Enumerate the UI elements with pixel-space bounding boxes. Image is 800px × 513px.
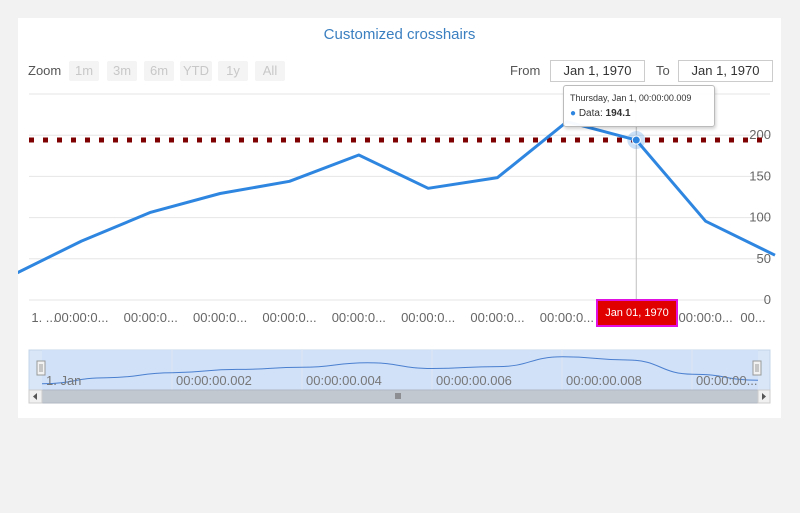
x-tick-label: 00:00:0... [193,310,247,325]
y-tick-label: 100 [749,210,771,225]
scroll-left-arrow-icon[interactable] [28,389,43,404]
navigator-tick-label: 00:00:00.004 [306,373,382,388]
navigator-selected-range[interactable] [42,350,758,390]
navigator-tick-label: 1. Jan [46,373,81,388]
hover-point-marker[interactable] [631,135,641,145]
tooltip-date: Thursday, Jan 1, 00:00:00.009 [570,93,692,103]
x-tick-label: 1. ... [31,310,56,325]
navigator-left-handle[interactable] [36,360,46,376]
data-series-line [18,120,776,275]
series-marker-icon: ● [570,108,577,119]
x-tick-label: 00:00:0... [124,310,178,325]
point-tooltip: Thursday, Jan 1, 00:00:00.009 ● Data: 19… [563,85,715,127]
x-tick-label: 00:00:0... [401,310,455,325]
y-axis-ticks: 050100150200 [749,127,771,307]
navigator-tick-label: 00:00:00.008 [566,373,642,388]
chart-panel: Customized crosshairs Zoom 1m 3m 6m YTD … [18,18,781,418]
x-tick-label: 00:00:0... [679,310,733,325]
x-tick-label: 00:00:0... [54,310,108,325]
tooltip-series-name: Data [578,108,600,119]
scroll-right-arrow-icon[interactable] [757,389,771,404]
x-tick-label: 00... [740,310,765,325]
navigator-tick-label: 00:00:00.006 [436,373,512,388]
navigator-tick-label: 00:00:00.002 [176,373,252,388]
x-tick-label: 00:00:0... [332,310,386,325]
navigator-right-handle[interactable] [752,360,762,376]
x-tick-label: 00:00:0... [262,310,316,325]
y-tick-label: 0 [764,292,771,307]
x-tick-label: 00:00:0... [540,310,594,325]
y-tick-label: 150 [749,168,771,183]
tooltip-value: 194.1 [605,108,631,119]
navigator-tick-label: 00:00:00... [696,373,757,388]
chart-svg: 050100150200 1. ...00:00:0... 00:00:0... 0… [18,93,776,404]
crosshair-x-label: Jan 01, 1970 [596,299,678,327]
x-tick-label: 00:00:0... [470,310,524,325]
tooltip-value-row: ● Data: 194.1 [570,108,631,119]
